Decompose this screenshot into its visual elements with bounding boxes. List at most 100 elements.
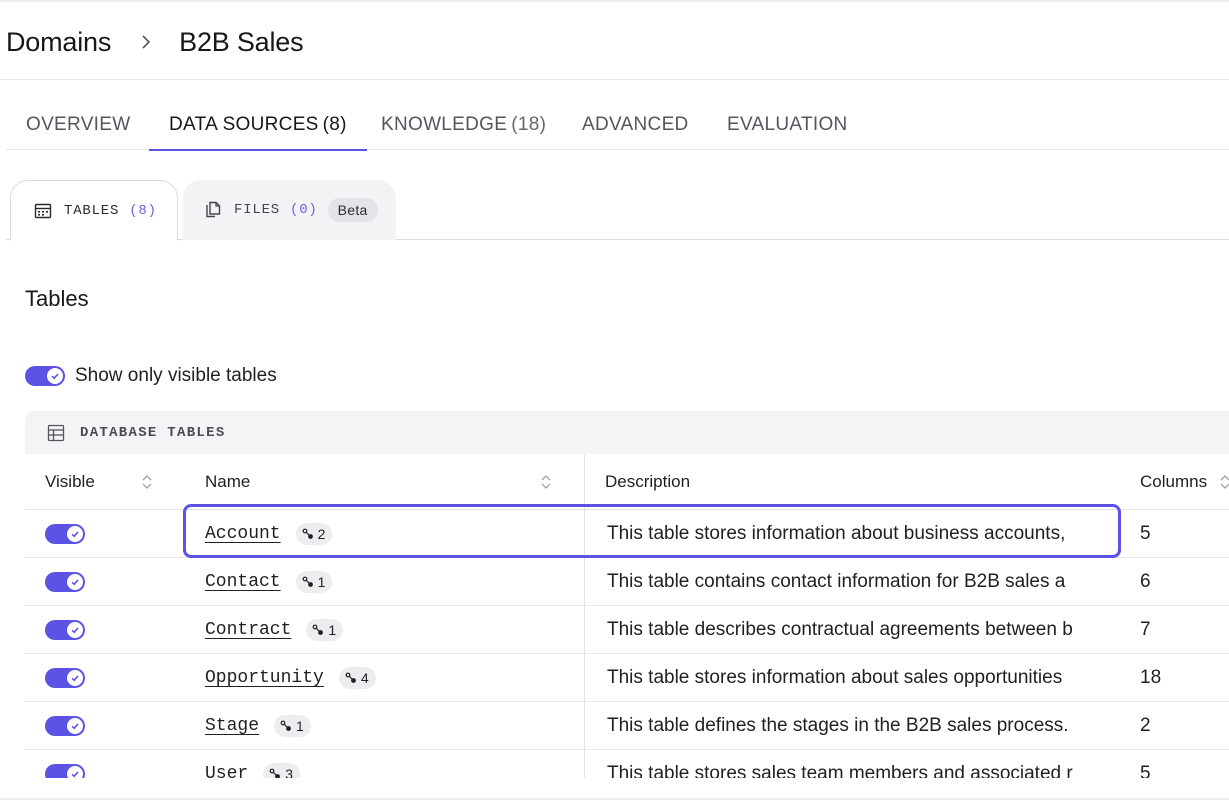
beta-badge: Beta <box>327 198 378 222</box>
column-header-name[interactable]: Name <box>205 454 250 510</box>
columns-count-cell: 2 <box>1140 714 1151 736</box>
visible-cell <box>45 558 85 605</box>
breadcrumb-current: B2B Sales <box>179 26 304 57</box>
table-row[interactable]: Contact 1 This table contains contact in… <box>25 558 1229 606</box>
table-row[interactable]: User 3 This table stores sales team memb… <box>25 750 1229 778</box>
tab-overview[interactable]: OVERVIEW <box>26 100 130 150</box>
name-cell: User 3 <box>205 750 301 779</box>
relation-icon <box>302 528 313 539</box>
visible-cell <box>45 510 85 557</box>
relations-badge: 1 <box>295 570 333 593</box>
relation-icon <box>280 720 291 731</box>
visible-cell <box>45 750 85 778</box>
row-visible-toggle[interactable] <box>45 619 85 640</box>
check-icon <box>67 669 83 686</box>
description-cell: This table contains contact information … <box>607 570 1066 592</box>
database-tables-table: Visible Name Description Columns Account… <box>25 454 1229 778</box>
table-row[interactable]: Account 2 This table stores information … <box>25 510 1229 558</box>
subtab-files[interactable]: FILES (0) Beta <box>183 180 396 240</box>
relation-icon <box>345 672 356 683</box>
name-cell: Stage 1 <box>205 702 311 749</box>
sort-icon[interactable] <box>540 472 552 492</box>
name-cell: Opportunity 4 <box>205 654 376 701</box>
tab-knowledge[interactable]: KNOWLEDGE (18) <box>381 100 546 150</box>
relations-count: 1 <box>317 573 326 590</box>
description-cell: This table defines the stages in the B2B… <box>607 714 1069 736</box>
relations-count: 3 <box>285 765 294 779</box>
table-name-link[interactable]: Account <box>205 524 281 544</box>
tab-label: KNOWLEDGE <box>381 114 508 135</box>
column-header-visible[interactable]: Visible <box>45 454 95 510</box>
database-tables-header: DATABASE TABLES <box>25 411 1229 454</box>
visible-tables-toggle[interactable] <box>25 366 65 386</box>
columns-count-cell: 5 <box>1140 762 1151 779</box>
check-icon <box>67 717 83 734</box>
relations-badge: 3 <box>263 762 301 779</box>
name-cell: Account 2 <box>205 510 333 557</box>
sort-icon[interactable] <box>1219 472 1229 492</box>
table-name-link[interactable]: Contact <box>205 572 281 592</box>
visible-tables-filter: Show only visible tables <box>25 364 277 388</box>
table-icon <box>34 202 52 220</box>
name-cell: Contract 1 <box>205 606 344 653</box>
relations-count: 4 <box>360 669 369 686</box>
table-header-row: Visible Name Description Columns <box>25 454 1229 510</box>
row-visible-toggle[interactable] <box>45 715 85 736</box>
subtab-tables[interactable]: TABLES (8) <box>10 180 178 241</box>
row-visible-toggle[interactable] <box>45 667 85 688</box>
description-cell: This table stores information about sale… <box>607 666 1063 688</box>
check-icon <box>47 368 63 384</box>
relations-count: 2 <box>317 525 326 542</box>
table-row[interactable]: Opportunity 4 This table stores informat… <box>25 654 1229 702</box>
check-icon <box>67 525 83 542</box>
table-row[interactable]: Contract 1 This table describes contract… <box>25 606 1229 654</box>
relations-badge: 1 <box>274 714 311 737</box>
check-icon <box>67 573 83 590</box>
column-header-columns[interactable]: Columns <box>1140 454 1207 510</box>
relations-count: 1 <box>296 717 304 734</box>
row-visible-toggle[interactable] <box>45 571 85 592</box>
breadcrumb-domains[interactable]: Domains <box>6 27 111 58</box>
relation-icon <box>302 576 313 587</box>
columns-count-cell: 18 <box>1140 666 1162 688</box>
table-row[interactable]: Stage 1 This table defines the stages in… <box>25 702 1229 750</box>
tab-evaluation[interactable]: EVALUATION <box>727 100 848 150</box>
row-visible-toggle[interactable] <box>45 763 85 778</box>
tab-label: OVERVIEW <box>26 114 131 135</box>
sort-icon[interactable] <box>141 472 153 492</box>
row-visible-toggle[interactable] <box>45 523 85 544</box>
relations-badge: 2 <box>295 522 333 545</box>
table-name-link[interactable]: Opportunity <box>205 668 324 688</box>
visible-cell <box>45 654 85 701</box>
files-icon <box>204 201 222 219</box>
grid-table-icon <box>47 424 65 442</box>
tab-data-sources[interactable]: DATA SOURCES (8) <box>149 100 367 151</box>
table-name-link[interactable]: Stage <box>205 716 259 736</box>
relation-icon <box>313 624 324 635</box>
tab-count: (18) <box>511 114 547 135</box>
table-name-link[interactable]: User <box>205 764 248 779</box>
description-cell: This table describes contractual agreeme… <box>607 618 1073 640</box>
subtab-count: (0) <box>290 202 318 218</box>
tab-advanced[interactable]: ADVANCED <box>582 100 689 150</box>
section-title: Tables <box>25 286 89 311</box>
check-icon <box>67 621 83 638</box>
table-name-link[interactable]: Contract <box>205 620 291 640</box>
sub-tabs: TABLES (8) FILES (0) Beta <box>6 180 1229 241</box>
relations-count: 1 <box>328 621 337 638</box>
subtab-count: (8) <box>129 202 157 219</box>
relations-badge: 4 <box>338 666 376 689</box>
relation-icon <box>269 768 281 778</box>
columns-count-cell: 7 <box>1140 618 1151 640</box>
database-tables-label: DATABASE TABLES <box>80 424 226 441</box>
column-header-description[interactable]: Description <box>605 454 690 510</box>
columns-count-cell: 5 <box>1140 522 1151 544</box>
tab-label: ADVANCED <box>582 114 689 135</box>
check-icon <box>67 765 83 778</box>
subtab-label: TABLES <box>64 202 120 219</box>
main-tabs: OVERVIEW DATA SOURCES (8) KNOWLEDGE (18)… <box>6 100 1229 151</box>
breadcrumb: Domains B2B Sales <box>6 24 304 60</box>
description-cell: This table stores information about busi… <box>607 522 1066 544</box>
header-divider <box>0 79 1229 80</box>
chevron-right-icon <box>139 35 153 49</box>
